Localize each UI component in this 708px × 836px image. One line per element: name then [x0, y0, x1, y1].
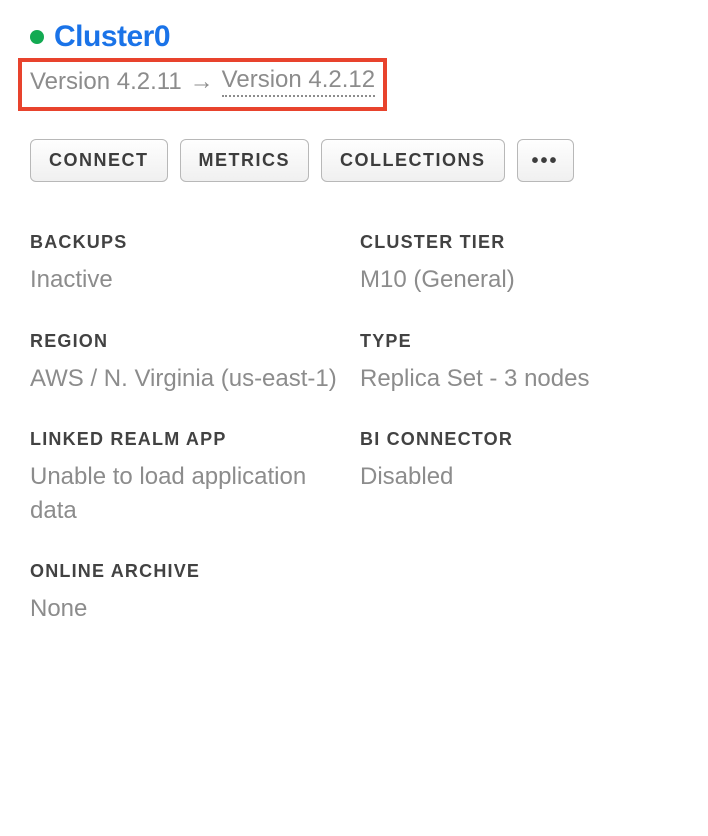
region-label: REGION — [30, 331, 348, 352]
linked-realm-app-value: Unable to load application data — [30, 460, 348, 527]
cluster-header: Cluster0 — [30, 20, 678, 54]
version-to: Version 4.2.12 — [222, 66, 375, 97]
collections-button[interactable]: COLLECTIONS — [321, 139, 505, 182]
bi-connector-block: BI CONNECTOR Disabled — [360, 429, 678, 527]
linked-realm-app-label: LINKED REALM APP — [30, 429, 348, 450]
online-archive-block: ONLINE ARCHIVE None — [30, 561, 348, 626]
online-archive-label: ONLINE ARCHIVE — [30, 561, 348, 582]
metrics-button[interactable]: METRICS — [180, 139, 310, 182]
type-label: TYPE — [360, 331, 678, 352]
cluster-info-grid: BACKUPS Inactive CLUSTER TIER M10 (Gener… — [30, 232, 678, 626]
type-value: Replica Set - 3 nodes — [360, 362, 678, 396]
backups-value: Inactive — [30, 263, 348, 297]
connect-button[interactable]: CONNECT — [30, 139, 168, 182]
bi-connector-label: BI CONNECTOR — [360, 429, 678, 450]
more-options-button[interactable]: ••• — [517, 139, 574, 182]
backups-label: BACKUPS — [30, 232, 348, 253]
type-block: TYPE Replica Set - 3 nodes — [360, 331, 678, 396]
arrow-right-icon: → — [190, 68, 214, 96]
cluster-name-link[interactable]: Cluster0 — [54, 20, 170, 54]
action-button-row: CONNECT METRICS COLLECTIONS ••• — [30, 139, 678, 182]
cluster-tier-label: CLUSTER TIER — [360, 232, 678, 253]
linked-realm-app-block: LINKED REALM APP Unable to load applicat… — [30, 429, 348, 527]
cluster-tier-block: CLUSTER TIER M10 (General) — [360, 232, 678, 297]
region-block: REGION AWS / N. Virginia (us-east-1) — [30, 331, 348, 396]
version-from: Version 4.2.11 — [30, 68, 182, 96]
version-upgrade-highlight: Version 4.2.11 → Version 4.2.12 — [18, 58, 387, 111]
bi-connector-value: Disabled — [360, 460, 678, 494]
region-value: AWS / N. Virginia (us-east-1) — [30, 362, 348, 396]
status-dot-icon — [30, 30, 44, 44]
cluster-tier-value: M10 (General) — [360, 263, 678, 297]
version-text: Version 4.2.11 → Version 4.2.12 — [30, 66, 375, 97]
online-archive-value: None — [30, 592, 348, 626]
backups-block: BACKUPS Inactive — [30, 232, 348, 297]
